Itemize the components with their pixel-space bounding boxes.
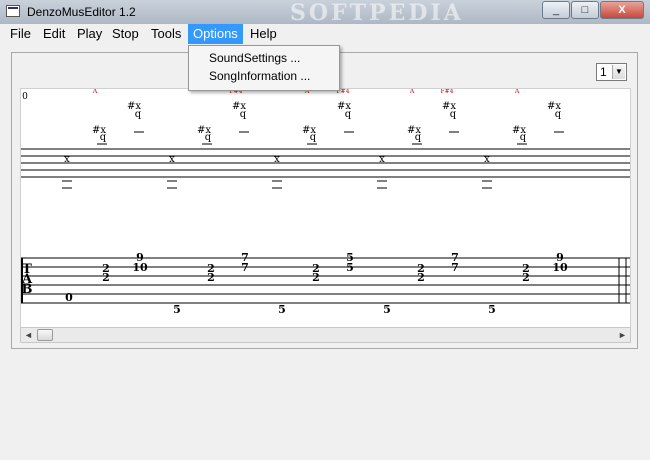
scroll-right-arrow-icon[interactable]: ►: [615, 328, 630, 342]
menu-tools[interactable]: Tools: [146, 24, 186, 44]
note-x: x: [169, 154, 175, 165]
menu-play[interactable]: Play: [72, 24, 107, 44]
tab-number: 5: [173, 303, 181, 316]
note-q: q: [555, 109, 562, 120]
menu-item-song-information[interactable]: SongInformation ...: [209, 69, 310, 83]
chord-label: A: [92, 89, 98, 95]
tab-number: 10: [552, 261, 568, 274]
tab-number: 2: [312, 271, 320, 284]
chord-label: F#4: [440, 89, 453, 95]
tab-number: 10: [132, 261, 148, 274]
note-q: q: [205, 132, 212, 143]
note-q: q: [415, 132, 422, 143]
menu-file[interactable]: File: [5, 24, 36, 44]
horizontal-scrollbar[interactable]: ◄ ►: [20, 327, 631, 343]
tab-number: 2: [522, 271, 530, 284]
title-bar: DenzoMusEditor 1.2 SOFTPEDIA _ □ X: [0, 0, 650, 26]
menu-item-sound-settings[interactable]: SoundSettings ...: [209, 51, 300, 65]
tab-number: 7: [451, 261, 459, 274]
note-q: q: [450, 109, 457, 120]
measure-number: 0: [22, 92, 28, 102]
song-select-value: 1: [600, 65, 607, 79]
window-title: DenzoMusEditor 1.2: [27, 5, 136, 19]
menu-bar: File Edit Play Stop Tools Options Help: [0, 24, 650, 44]
tab-number: 0: [65, 291, 73, 304]
tab-number: 7: [241, 261, 249, 274]
note-q: q: [520, 132, 527, 143]
score-area[interactable]: 0 T A B A F#4 A F#4 A F#4 A #x q #x q x 2 2 9 10 #x q #x q x 2 2 7 7…: [20, 88, 631, 328]
note-x: x: [274, 154, 280, 165]
chord-label: A: [514, 89, 520, 95]
menu-help[interactable]: Help: [245, 24, 282, 44]
window-controls: _ □ X: [541, 1, 644, 19]
note-x: x: [379, 154, 385, 165]
note-q: q: [240, 109, 247, 120]
tab-number: 5: [488, 303, 496, 316]
menu-options[interactable]: Options: [188, 24, 243, 44]
note-q: q: [310, 132, 317, 143]
note-x: x: [64, 154, 70, 165]
tab-number: 5: [346, 261, 354, 274]
chevron-down-icon[interactable]: ▼: [612, 65, 625, 79]
tab-number: 5: [278, 303, 286, 316]
tab-number: 5: [383, 303, 391, 316]
softpedia-watermark: SOFTPEDIA: [290, 0, 464, 26]
note-q: q: [135, 109, 142, 120]
close-button[interactable]: X: [600, 1, 644, 19]
note-q: q: [345, 109, 352, 120]
score-canvas: 0TABA F#4 A F#4 A F#4 A#xq#xqx22910#xq#xqx2277…: [21, 89, 630, 316]
options-dropdown: SoundSettings ... SongInformation ...: [188, 45, 340, 91]
note-x: x: [484, 154, 490, 165]
app-icon[interactable]: [6, 5, 20, 17]
tab-number: 2: [207, 271, 215, 284]
note-q: q: [100, 132, 107, 143]
chord-label: A: [409, 89, 415, 95]
tab-number: 2: [102, 271, 110, 284]
tab-letter-B: B: [22, 282, 33, 297]
scroll-left-arrow-icon[interactable]: ◄: [21, 328, 36, 342]
minimize-button[interactable]: _: [542, 1, 570, 19]
maximize-button[interactable]: □: [571, 1, 599, 19]
tab-number: 2: [417, 271, 425, 284]
scroll-thumb[interactable]: [37, 329, 53, 341]
song-select[interactable]: 1 ▼: [596, 63, 627, 81]
menu-edit[interactable]: Edit: [38, 24, 70, 44]
menu-stop[interactable]: Stop: [107, 24, 144, 44]
